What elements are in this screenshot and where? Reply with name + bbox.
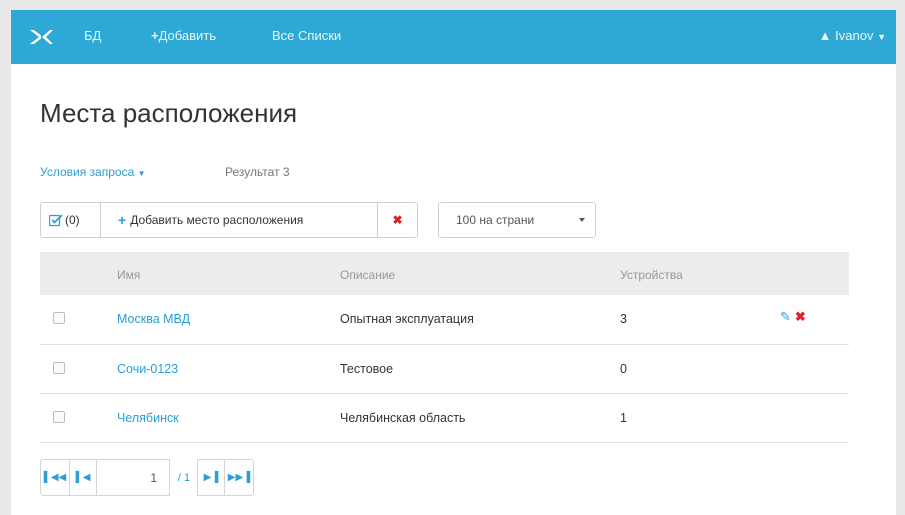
- first-page-icon: ▌◀◀: [43, 472, 67, 483]
- location-description: Опытная эксплуатация: [340, 312, 474, 326]
- nav-all-lists-link[interactable]: Все Списки: [272, 28, 341, 43]
- delete-icon[interactable]: ✖: [795, 309, 806, 324]
- table-row: Сочи-0123 Тестовое 0: [40, 345, 849, 394]
- last-page-icon: ▶▶▐: [227, 472, 251, 483]
- location-description: Тестовое: [340, 362, 394, 376]
- select-all-button[interactable]: (0): [40, 202, 101, 238]
- selected-count: (0): [65, 213, 80, 227]
- nav-add-link[interactable]: +Добавить: [151, 28, 216, 43]
- per-page-value: 100 на страни: [456, 213, 535, 227]
- location-devices: 1: [620, 411, 627, 425]
- location-devices: 3: [620, 312, 627, 326]
- caret-down-icon: ▼: [877, 32, 886, 42]
- locations-table: Имя Описание Устройства Москва МВД Опытн…: [40, 252, 849, 443]
- delete-icon: ✖: [392, 213, 403, 227]
- user-menu[interactable]: ▲ Ivanov ▼: [819, 28, 886, 43]
- table-row: Москва МВД Опытная эксплуатация 3 ✎ ✖: [40, 295, 849, 345]
- prev-page-icon: ▌◀: [75, 472, 91, 483]
- row-checkbox[interactable]: [53, 362, 65, 374]
- row-actions: ✎ ✖: [780, 309, 806, 325]
- user-icon: ▲: [818, 28, 832, 43]
- query-conditions-label: Условия запроса: [40, 165, 135, 179]
- page-total: / 1: [170, 459, 198, 496]
- pencil-icon[interactable]: ✎: [780, 309, 791, 324]
- location-name-link[interactable]: Сочи-0123: [117, 362, 178, 376]
- result-count: Результат 3: [225, 165, 290, 179]
- row-checkbox[interactable]: [53, 312, 65, 324]
- table-header: Имя Описание Устройства: [40, 252, 849, 295]
- nav-db-link[interactable]: БД: [84, 28, 101, 43]
- user-name: Ivanov: [835, 28, 874, 43]
- row-checkbox[interactable]: [53, 411, 65, 423]
- plus-icon: +: [118, 212, 127, 228]
- column-header-devices[interactable]: Устройства: [620, 268, 683, 282]
- delete-selected-button[interactable]: ✖: [377, 202, 418, 238]
- query-conditions-toggle[interactable]: Условия запроса ▼: [40, 165, 146, 179]
- table-row: Челябинск Челябинская область 1: [40, 394, 849, 443]
- logo-icon[interactable]: [30, 27, 56, 47]
- location-name-link[interactable]: Челябинск: [117, 411, 179, 425]
- next-page-button[interactable]: ▶▐: [197, 459, 225, 496]
- plus-icon: +: [151, 28, 159, 43]
- checkbox-icon: [49, 213, 63, 226]
- location-name-link[interactable]: Москва МВД: [117, 312, 190, 326]
- location-description: Челябинская область: [340, 411, 466, 425]
- add-location-label: Добавить место расположения: [130, 213, 304, 227]
- column-header-description[interactable]: Описание: [340, 268, 395, 282]
- page-number-input[interactable]: 1: [96, 459, 170, 496]
- add-location-button[interactable]: + Добавить место расположения: [100, 202, 378, 238]
- next-page-icon: ▶▐: [203, 472, 219, 483]
- top-navbar: БД +Добавить Все Списки ▲ Ivanov ▼: [11, 10, 896, 64]
- app-frame: БД +Добавить Все Списки ▲ Ivanov ▼ Места…: [11, 10, 896, 515]
- column-header-name[interactable]: Имя: [117, 268, 140, 282]
- location-devices: 0: [620, 362, 627, 376]
- first-page-button[interactable]: ▌◀◀: [40, 459, 70, 496]
- caret-down-icon: ▼: [137, 169, 146, 178]
- pagination: ▌◀◀ ▌◀ 1 / 1 ▶▐ ▶▶▐: [40, 459, 254, 496]
- page-title: Места расположения: [40, 98, 298, 128]
- per-page-select[interactable]: 100 на страни: [438, 202, 596, 238]
- last-page-button[interactable]: ▶▶▐: [224, 459, 254, 496]
- caret-down-icon: [579, 218, 585, 222]
- prev-page-button[interactable]: ▌◀: [69, 459, 97, 496]
- nav-add-label: Добавить: [158, 28, 217, 43]
